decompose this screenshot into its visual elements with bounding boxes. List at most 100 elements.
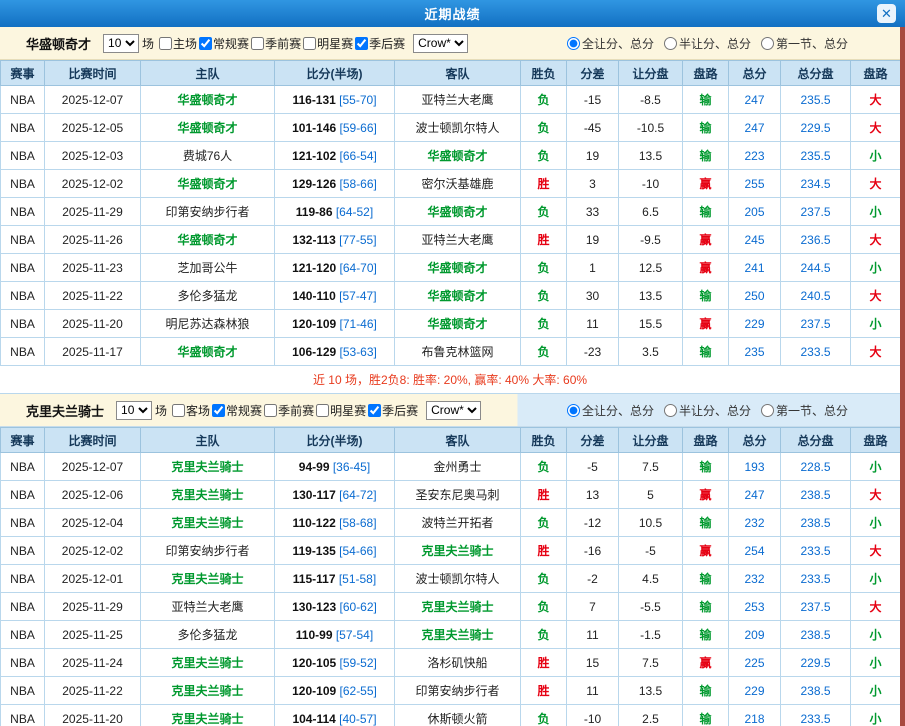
full-score: 130-123 [292, 600, 336, 614]
col-total-points: 232 [729, 565, 781, 593]
halftime-score: [64-70] [336, 261, 377, 275]
col-league: NBA [1, 254, 45, 282]
col-date: 2025-11-29 [45, 593, 141, 621]
column-header: 客队 [395, 428, 521, 453]
filter-radio-option[interactable]: 全让分、总分 [567, 402, 654, 419]
col-away-team: 洛杉矶快船 [395, 649, 521, 677]
filter-checkbox[interactable] [172, 404, 185, 417]
filter-checkbox[interactable] [355, 37, 368, 50]
table-header-row: 赛事比赛时间主队比分(半场)客队胜负分差让分盘盘路总分总分盘盘路 [1, 61, 901, 86]
full-score: 120-109 [292, 317, 336, 331]
col-date: 2025-11-23 [45, 254, 141, 282]
filter-checkbox-option[interactable]: 季后赛 [355, 35, 405, 52]
filter-checkbox-option[interactable]: 季前赛 [251, 35, 301, 52]
close-icon[interactable]: ✕ [877, 4, 896, 23]
filter-checkbox-option[interactable]: 季后赛 [368, 402, 418, 419]
filter-radio[interactable] [664, 404, 677, 417]
filter-checkbox-option[interactable]: 季前赛 [264, 402, 314, 419]
col-point-diff: 11 [567, 621, 619, 649]
filter-checkbox[interactable] [303, 37, 316, 50]
filter-checkbox-option[interactable]: 明星赛 [303, 35, 353, 52]
odds-provider-select[interactable]: Crow* [426, 401, 481, 420]
column-header: 比赛时间 [45, 61, 141, 86]
halftime-score: [62-55] [336, 684, 377, 698]
full-score: 110-122 [292, 516, 335, 530]
filter-checkbox-option[interactable]: 主场 [159, 35, 197, 52]
game-row: NBA2025-12-07华盛顿奇才116-131 [55-70]亚特兰大老鹰负… [1, 86, 901, 114]
halftime-score: [55-70] [336, 93, 377, 107]
col-score: 120-109 [71-46] [275, 310, 395, 338]
full-score: 120-105 [292, 656, 336, 670]
filter-radio[interactable] [567, 37, 580, 50]
game-row: NBA2025-11-20克里夫兰骑士104-114 [40-57]休斯顿火箭负… [1, 705, 901, 726]
filter-checkbox[interactable] [159, 37, 172, 50]
col-league: NBA [1, 509, 45, 537]
col-score: 116-131 [55-70] [275, 86, 395, 114]
filter-checkbox[interactable] [199, 37, 212, 50]
filter-checkbox-option[interactable]: 明星赛 [316, 402, 366, 419]
game-row: NBA2025-12-04克里夫兰骑士110-122 [58-68]波特兰开拓者… [1, 509, 901, 537]
col-result: 负 [521, 338, 567, 366]
col-date: 2025-12-03 [45, 142, 141, 170]
col-score: 140-110 [57-47] [275, 282, 395, 310]
game-row: NBA2025-11-22克里夫兰骑士120-109 [62-55]印第安纳步行… [1, 677, 901, 705]
filter-radio[interactable] [761, 37, 774, 50]
col-home-team: 克里夫兰骑士 [141, 481, 275, 509]
halftime-score: [64-52] [333, 205, 374, 219]
filter-checkbox[interactable] [212, 404, 225, 417]
filter-radio-option[interactable]: 第一节、总分 [761, 402, 848, 419]
filter-checkbox-option[interactable]: 常规赛 [212, 402, 262, 419]
odds-provider-select[interactable]: Crow* [413, 34, 468, 53]
col-handicap: 10.5 [619, 509, 683, 537]
filter-checkbox[interactable] [316, 404, 329, 417]
game-row: NBA2025-11-25多伦多猛龙110-99 [57-54]克里夫兰骑士负1… [1, 621, 901, 649]
col-result: 负 [521, 114, 567, 142]
col-handicap: 13.5 [619, 142, 683, 170]
column-header: 总分 [729, 428, 781, 453]
filter-checkbox-group: 客场常规赛季前赛明星赛季后赛 [172, 402, 420, 419]
col-home-team: 华盛顿奇才 [141, 338, 275, 366]
col-total-line: 234.5 [781, 170, 851, 198]
col-away-team: 亚特兰大老鹰 [395, 86, 521, 114]
column-header: 主队 [141, 61, 275, 86]
col-total-points: 241 [729, 254, 781, 282]
col-total-result: 小 [851, 621, 901, 649]
col-total-points: 247 [729, 86, 781, 114]
games-count-select[interactable]: 10 [103, 34, 139, 53]
team-name: 华盛顿奇才 [26, 34, 91, 53]
filter-checkbox[interactable] [264, 404, 277, 417]
filter-checkbox[interactable] [368, 404, 381, 417]
col-point-diff: 11 [567, 310, 619, 338]
col-total-result: 大 [851, 170, 901, 198]
filter-radio[interactable] [761, 404, 774, 417]
full-score: 132-113 [292, 233, 335, 247]
filter-checkbox-option[interactable]: 客场 [172, 402, 210, 419]
col-handicap: -9.5 [619, 226, 683, 254]
col-handicap: 3.5 [619, 338, 683, 366]
filter-radio-option[interactable]: 半让分、总分 [664, 402, 751, 419]
filter-radio-group: 全让分、总分半让分、总分第一节、总分 [567, 35, 900, 52]
filter-radio[interactable] [567, 404, 580, 417]
games-count-select[interactable]: 10 [116, 401, 152, 420]
col-point-diff: 13 [567, 481, 619, 509]
filter-row: 克里夫兰骑士 10 场 客场常规赛季前赛明星赛季后赛 Crow* 全让分、总分半… [0, 394, 900, 427]
col-home-team: 克里夫兰骑士 [141, 509, 275, 537]
col-total-points: 225 [729, 649, 781, 677]
filter-checkbox[interactable] [251, 37, 264, 50]
col-home-team: 印第安纳步行者 [141, 537, 275, 565]
col-point-diff: 33 [567, 198, 619, 226]
filter-radio-option[interactable]: 全让分、总分 [567, 35, 654, 52]
col-result: 负 [521, 621, 567, 649]
filter-checkbox-option[interactable]: 常规赛 [199, 35, 249, 52]
filter-radio[interactable] [664, 37, 677, 50]
column-header: 比赛时间 [45, 428, 141, 453]
col-league: NBA [1, 481, 45, 509]
game-row: NBA2025-11-17华盛顿奇才106-129 [53-63]布鲁克林篮网负… [1, 338, 901, 366]
col-league: NBA [1, 565, 45, 593]
col-home-team: 多伦多猛龙 [141, 621, 275, 649]
game-row: NBA2025-12-05华盛顿奇才101-146 [59-66]波士顿凯尔特人… [1, 114, 901, 142]
filter-radio-option[interactable]: 半让分、总分 [664, 35, 751, 52]
col-total-line: 229.5 [781, 114, 851, 142]
panel-title: 近期战绩 [424, 4, 480, 23]
filter-radio-option[interactable]: 第一节、总分 [761, 35, 848, 52]
